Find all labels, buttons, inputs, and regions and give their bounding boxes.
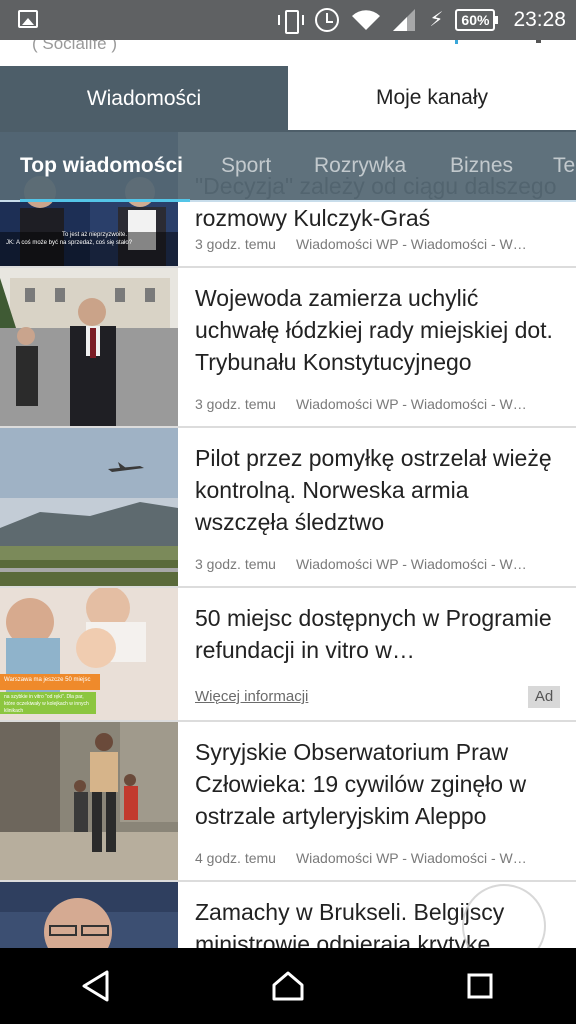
header-menu-fragment <box>536 40 541 43</box>
tab-top-wiadomosci[interactable]: Top wiadomości <box>20 154 183 178</box>
main-tabs: Wiadomości Moje kanały <box>0 66 576 132</box>
article-title: Wojewoda zamierza uchylić uchwałę łódzki… <box>195 285 553 375</box>
thumb-caption-1: To jest aż nieprzyzwoite. <box>62 232 128 238</box>
tab-sport[interactable]: Sport <box>221 154 271 178</box>
article-meta: 3 godz. temu Wiadomości WP - Wiadomości -… <box>195 236 565 252</box>
article-source: Wiadomości WP - Wiadomości - W… <box>295 556 527 572</box>
article-thumbnail <box>0 882 178 948</box>
ad-thumb-line-2: na szybkie in vitro "od ręki". Dla par, … <box>4 694 89 714</box>
ad-thumb-line-1: Warszawa ma jeszcze 50 miejsc <box>4 677 91 683</box>
article-source: Wiadomości WP - Wiadomości - W… <box>295 850 527 866</box>
signal-icon <box>393 9 416 31</box>
home-icon[interactable] <box>258 956 318 1016</box>
alarm-icon <box>315 8 340 32</box>
article-time: 3 godz. temu <box>195 236 276 252</box>
status-bar: ⚡ 60% 23:28 <box>0 0 576 40</box>
more-info-link[interactable]: Więcej informacji <box>195 688 308 705</box>
selected-tab-indicator <box>20 199 190 202</box>
article-source: Wiadomości WP - Wiadomości - W… <box>295 396 527 412</box>
article-meta: 3 godz. temu Wiadomości WP - Wiadomości -… <box>195 396 565 412</box>
ad-badge: Ad <box>528 686 560 708</box>
status-icons: ⚡ 60% 23:28 <box>277 0 566 40</box>
article-item[interactable]: Wojewoda zamierza uchylić uchwałę łódzki… <box>0 268 576 428</box>
category-tabs: Top wiadomości Sport Rozrywka Biznes Te <box>0 132 576 202</box>
article-time: 3 godz. temu <box>195 556 276 572</box>
back-icon[interactable] <box>66 956 126 1016</box>
article-thumbnail <box>0 268 178 426</box>
article-meta: 3 godz. temu Wiadomości WP - Wiadomości -… <box>195 556 565 572</box>
article-title: Pilot przez pomyłkę ostrzelał wieżę kont… <box>195 445 552 535</box>
tab-moje-kanaly[interactable]: Moje kanały <box>288 66 576 130</box>
recents-icon[interactable] <box>450 956 510 1016</box>
tab-biznes[interactable]: Biznes <box>450 154 513 178</box>
header-subtitle: ( Socialife ) <box>32 40 118 53</box>
clock: 23:28 <box>513 8 566 31</box>
article-item[interactable]: Pilot przez pomyłkę ostrzelał wieżę kont… <box>0 428 576 588</box>
ad-thumbnail: Warszawa ma jeszcze 50 miejsc na szybkie… <box>0 588 178 720</box>
charging-icon: ⚡ <box>429 9 444 31</box>
article-meta: 4 godz. temu Wiadomości WP - Wiadomości -… <box>195 850 565 866</box>
article-item[interactable]: Syryjskie Obserwatorium Praw Człowieka: … <box>0 722 576 882</box>
app-root: ⚡ 60% 23:28 ( Socialife ) Wiadomości Moj… <box>0 0 576 1024</box>
app-header: ( Socialife ) <box>0 40 576 66</box>
wifi-icon <box>352 10 381 30</box>
article-list[interactable]: To jest aż nieprzyzwoite. JK: A coś może… <box>0 132 576 948</box>
navigation-bar <box>0 948 576 1024</box>
tab-rozrywka[interactable]: Rozrywka <box>314 154 406 178</box>
ad-item[interactable]: Warszawa ma jeszcze 50 miejsc na szybkie… <box>0 588 576 722</box>
ad-title: 50 miejsc dostępnych w Programie refunda… <box>195 605 552 663</box>
article-time: 4 godz. temu <box>195 850 276 866</box>
tab-wiadomosci[interactable]: Wiadomości <box>0 66 288 132</box>
battery-icon: 60% <box>455 9 499 31</box>
article-source: Wiadomości WP - Wiadomości - W… <box>295 236 527 252</box>
gallery-icon <box>18 10 38 28</box>
article-time: 3 godz. temu <box>195 396 276 412</box>
article-thumbnail <box>0 428 178 586</box>
tab-more-cut[interactable]: Te <box>553 154 575 178</box>
article-thumbnail <box>0 722 178 880</box>
vibrate-icon <box>277 9 305 34</box>
article-title: Syryjskie Obserwatorium Praw Człowieka: … <box>195 739 527 829</box>
header-icon-fragment <box>455 40 458 44</box>
thumb-caption-2: JK: A coś może być na sprzedaż, coś się … <box>6 240 133 246</box>
